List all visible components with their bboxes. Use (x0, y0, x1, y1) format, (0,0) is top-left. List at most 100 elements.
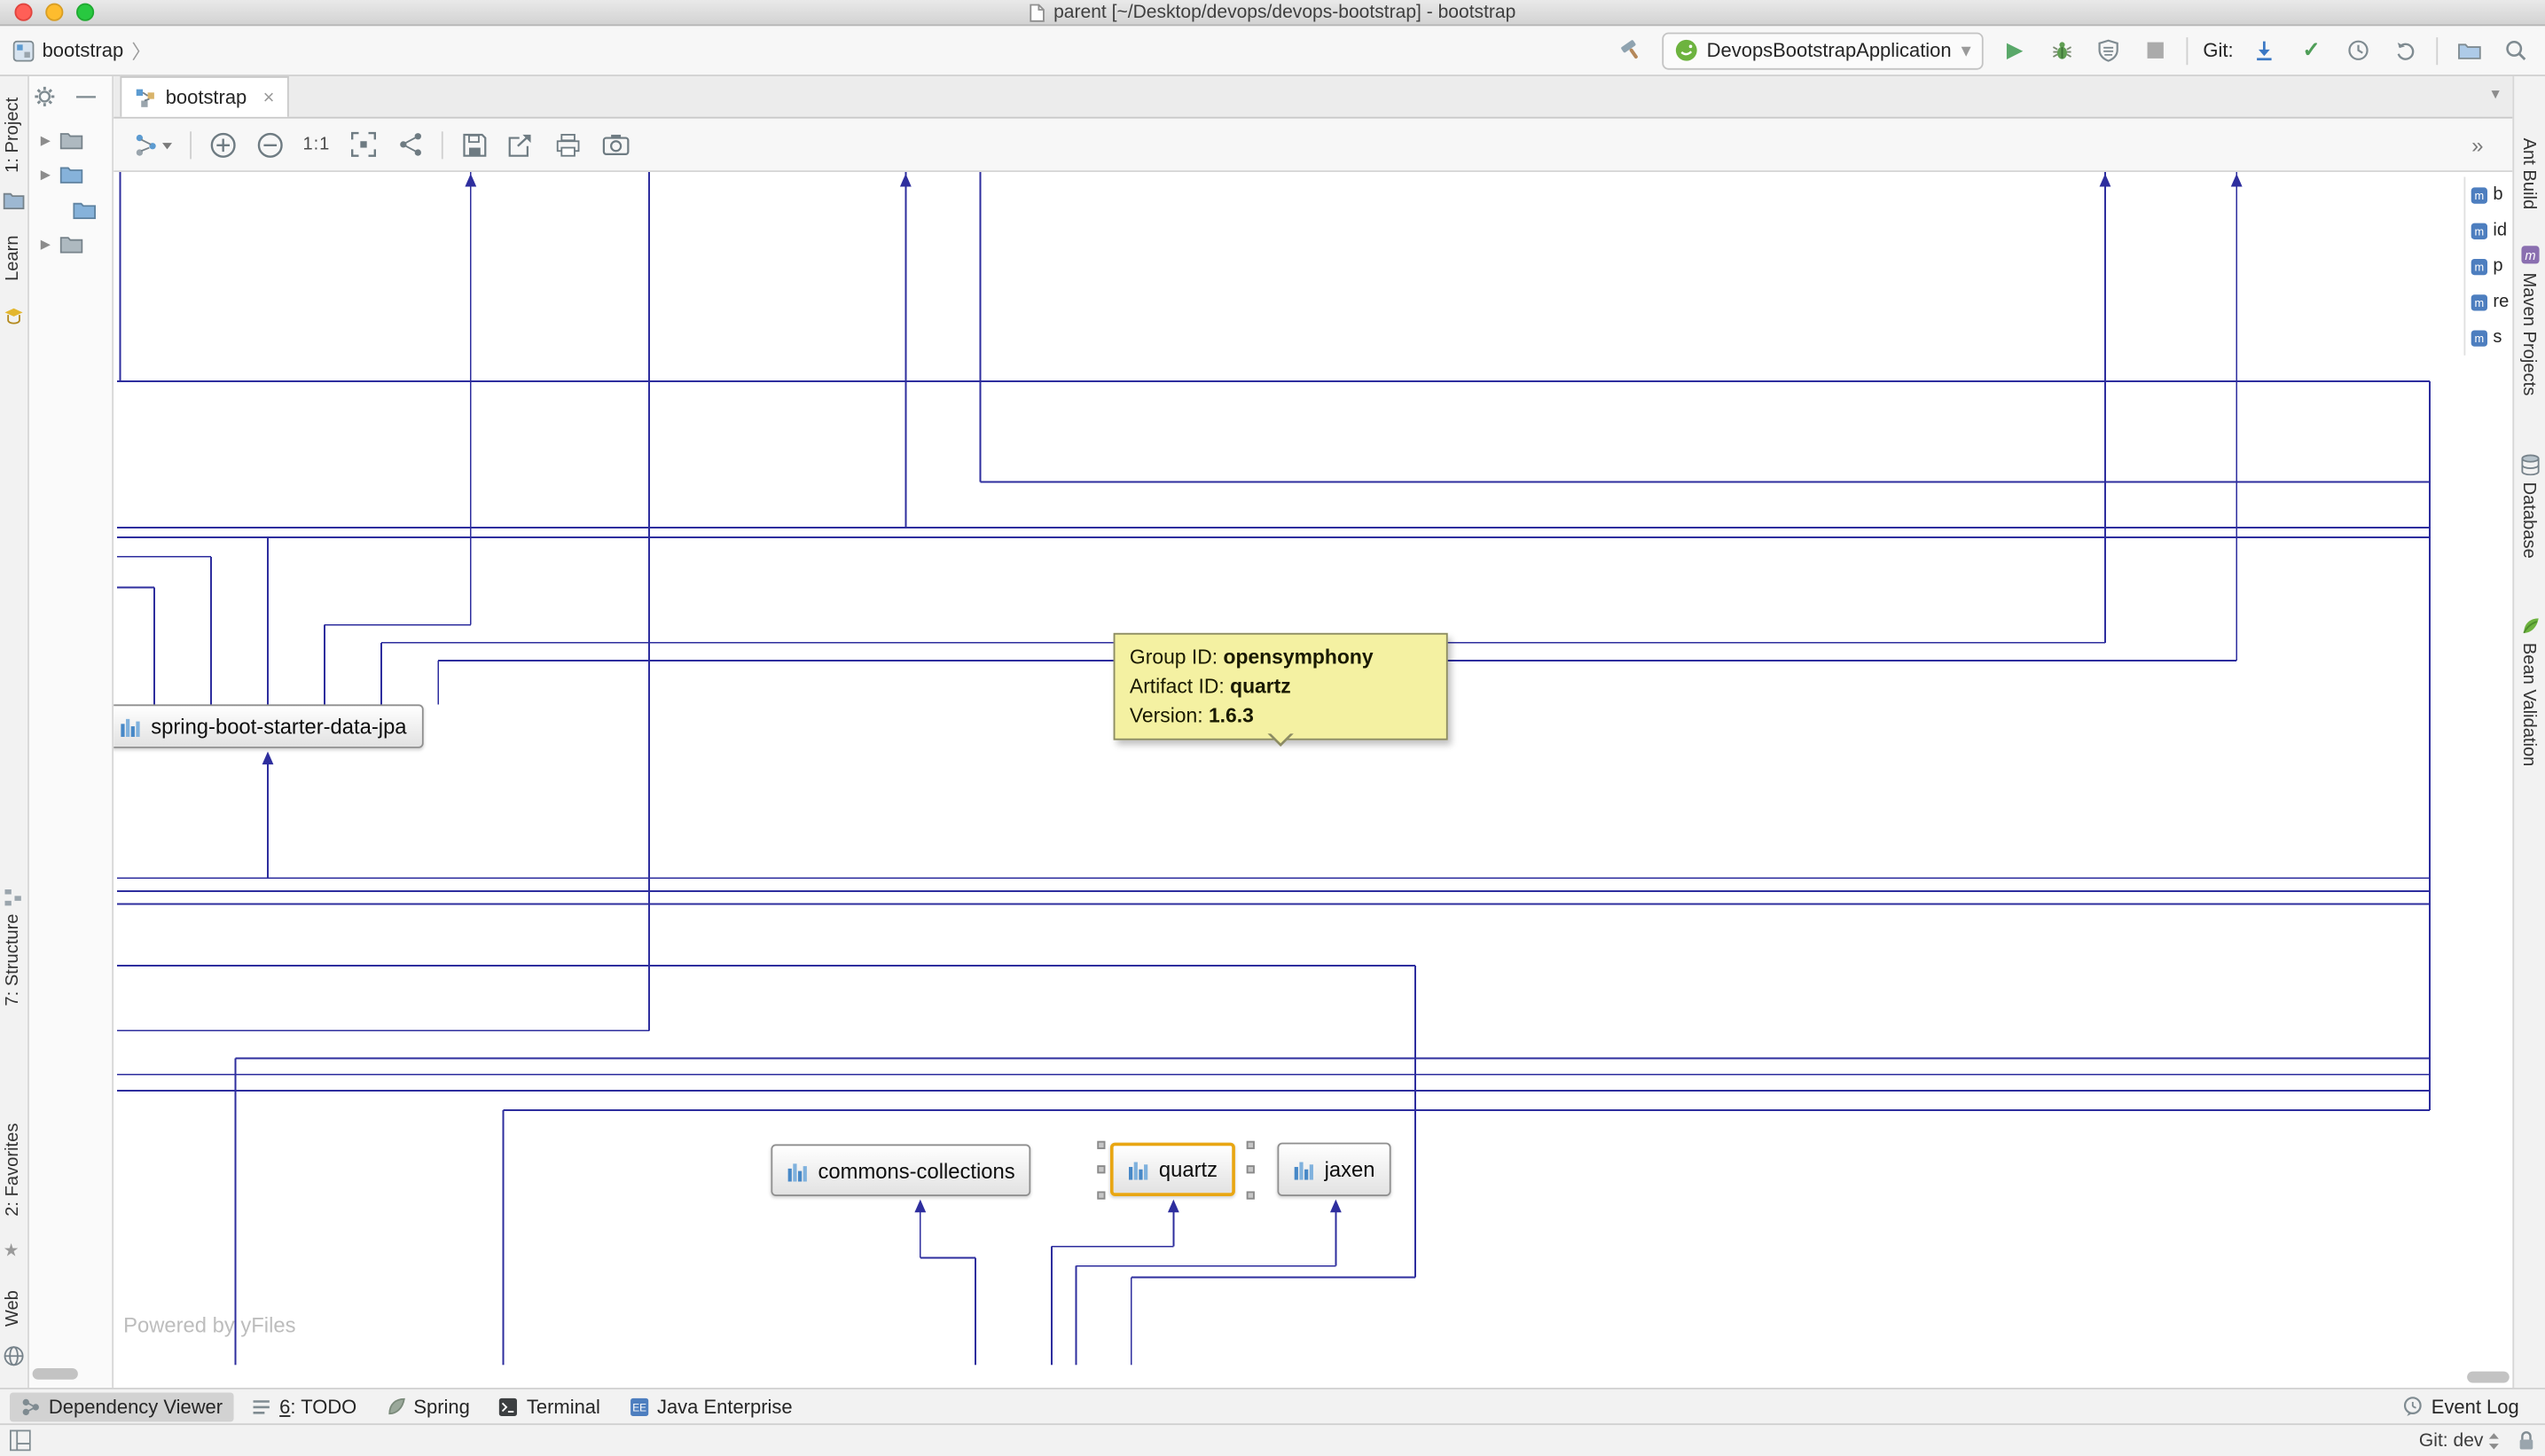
git-branch-widget[interactable]: Git: dev (2419, 1430, 2502, 1450)
apply-layout-icon[interactable] (129, 129, 175, 161)
bean-validation-icon[interactable] (2521, 617, 2541, 637)
folder-icon[interactable] (2453, 34, 2486, 67)
close-icon[interactable]: × (263, 86, 275, 109)
gear-icon[interactable] (34, 86, 55, 107)
tree-row[interactable]: ▶ (41, 166, 83, 184)
structure-icon[interactable] (4, 888, 23, 907)
toolwindow-dependency-viewer[interactable]: Dependency Viewer (10, 1392, 234, 1421)
build-hammer-icon[interactable] (1614, 34, 1647, 67)
sidebar-item-database[interactable]: Database (2519, 482, 2539, 559)
maven-module-item[interactable]: m s (2465, 320, 2512, 356)
dependency-node-spring-boot-starter-data-jpa[interactable]: spring-boot-starter-data-jpa (114, 704, 423, 748)
right-tool-stripe: Ant Build m Maven Projects Database Bean… (2512, 76, 2545, 1388)
dependency-node-quartz[interactable]: quartz (1110, 1143, 1235, 1196)
selection-handle[interactable] (1097, 1165, 1105, 1173)
lock-icon[interactable] (2518, 1430, 2535, 1452)
toolwindow-terminal[interactable]: Terminal (488, 1392, 612, 1421)
learn-icon[interactable] (4, 307, 25, 328)
selection-handle[interactable] (1247, 1191, 1255, 1199)
selection-handle[interactable] (1097, 1191, 1105, 1199)
artifact-icon (1128, 1159, 1149, 1180)
sidebar-item-web[interactable]: Web (4, 1290, 23, 1327)
toolwindow-todo[interactable]: 6: TODO (240, 1392, 368, 1421)
expand-arrow-icon[interactable]: ▶ (41, 133, 51, 147)
node-label: quartz (1159, 1157, 1218, 1181)
zoom-out-icon[interactable] (254, 129, 286, 161)
dependency-node-commons-collections[interactable]: commons-collections (771, 1144, 1031, 1196)
stop-button[interactable] (2140, 34, 2173, 67)
run-configuration-select[interactable]: DevopsBootstrapApplication ▾ (1661, 32, 1984, 69)
toolwindow-spring[interactable]: Spring (374, 1392, 481, 1421)
project-files-icon[interactable] (4, 192, 25, 209)
toolwindow-quick-access-icon[interactable] (10, 1430, 31, 1452)
web-globe-icon[interactable] (4, 1345, 25, 1366)
hide-panel-icon[interactable]: — (76, 84, 96, 107)
run-with-coverage-button[interactable] (2093, 34, 2126, 67)
artifact-icon (787, 1160, 809, 1181)
tab-options-chevron-icon[interactable]: ▾ (2492, 86, 2500, 104)
save-icon[interactable] (458, 129, 490, 161)
maven-module-item[interactable]: m b (2465, 177, 2512, 213)
print-icon[interactable] (552, 129, 584, 161)
vcs-rollback-icon[interactable] (2389, 34, 2422, 67)
tree-row[interactable]: ▶ (41, 235, 83, 253)
actual-size-button[interactable]: 1:1 (301, 129, 333, 161)
selection-handle[interactable] (1247, 1141, 1255, 1149)
tree-row[interactable] (73, 201, 96, 219)
run-button[interactable]: ▶ (1999, 34, 2032, 67)
toolbar-overflow-chevrons[interactable]: » (2471, 132, 2483, 156)
horizontal-scrollbar-thumb[interactable] (2467, 1372, 2510, 1383)
close-window-button[interactable] (14, 4, 32, 21)
artifact-icon (1294, 1159, 1315, 1180)
sidebar-item-bean-validation[interactable]: Bean Validation (2519, 643, 2539, 767)
database-icon[interactable] (2521, 454, 2541, 475)
toolwindow-java-enterprise[interactable]: EE Java Enterprise (618, 1392, 803, 1421)
selection-handle[interactable] (1097, 1141, 1105, 1149)
sidebar-item-maven-projects[interactable]: Maven Projects (2519, 272, 2539, 395)
breadcrumb-project[interactable]: bootstrap (43, 39, 124, 62)
maven-module-item[interactable]: m re (2465, 284, 2512, 319)
vcs-commit-icon[interactable]: ✓ (2295, 34, 2328, 67)
tab-label: bootstrap (166, 86, 247, 109)
show-edge-labels-icon[interactable] (395, 129, 427, 161)
diagram-file-icon (135, 87, 156, 108)
sidebar-item-favorites[interactable]: 2: Favorites (4, 1123, 23, 1217)
maven-module-icon: m (2471, 329, 2488, 347)
branch-switch-chevrons-icon (2486, 1430, 2501, 1450)
zoom-in-icon[interactable] (206, 129, 239, 161)
git-label: Git: (2203, 39, 2233, 62)
sidebar-item-ant-build[interactable]: Ant Build (2519, 138, 2539, 210)
minimize-window-button[interactable] (45, 4, 63, 21)
breadcrumb-chevron-icon: 〉 (131, 36, 151, 64)
dependency-viewer-icon (21, 1397, 41, 1416)
debug-button[interactable] (2046, 34, 2079, 67)
fit-content-icon[interactable] (348, 129, 380, 161)
sidebar-item-learn[interactable]: Learn (4, 235, 23, 281)
maven-module-item[interactable]: m p (2465, 248, 2512, 284)
dependency-graph-canvas[interactable]: spring-boot-starter-data-jpa commons-col… (114, 172, 2512, 1365)
favorites-star-icon[interactable]: ★ (4, 1240, 20, 1261)
sidebar-item-structure[interactable]: 7: Structure (4, 913, 23, 1006)
tab-bootstrap[interactable]: bootstrap × (120, 76, 288, 117)
export-icon[interactable] (505, 129, 537, 161)
zoom-window-button[interactable] (76, 4, 94, 21)
project-icon (13, 40, 35, 61)
selection-handle[interactable] (1247, 1165, 1255, 1173)
spring-leaf-icon (386, 1397, 405, 1416)
maven-icon[interactable]: m (2521, 245, 2541, 264)
snapshot-camera-icon[interactable] (599, 129, 631, 161)
sidebar-item-project[interactable]: 1: Project (4, 98, 23, 173)
todo-icon (252, 1397, 271, 1416)
vcs-update-icon[interactable] (2248, 34, 2281, 67)
search-icon[interactable] (2500, 34, 2533, 67)
tree-row[interactable]: ▶ (41, 131, 83, 149)
expand-arrow-icon[interactable]: ▶ (41, 168, 51, 182)
tooltip-group-label: Group ID: (1130, 646, 1224, 669)
expand-arrow-icon[interactable]: ▶ (41, 237, 51, 251)
dependency-node-jaxen[interactable]: jaxen (1277, 1143, 1390, 1196)
event-log-button[interactable]: Event Log (2391, 1392, 2535, 1421)
horizontal-scrollbar-thumb[interactable] (33, 1368, 78, 1380)
folder-icon (60, 131, 83, 149)
maven-module-item[interactable]: m id (2465, 213, 2512, 248)
vcs-history-icon[interactable] (2342, 34, 2375, 67)
